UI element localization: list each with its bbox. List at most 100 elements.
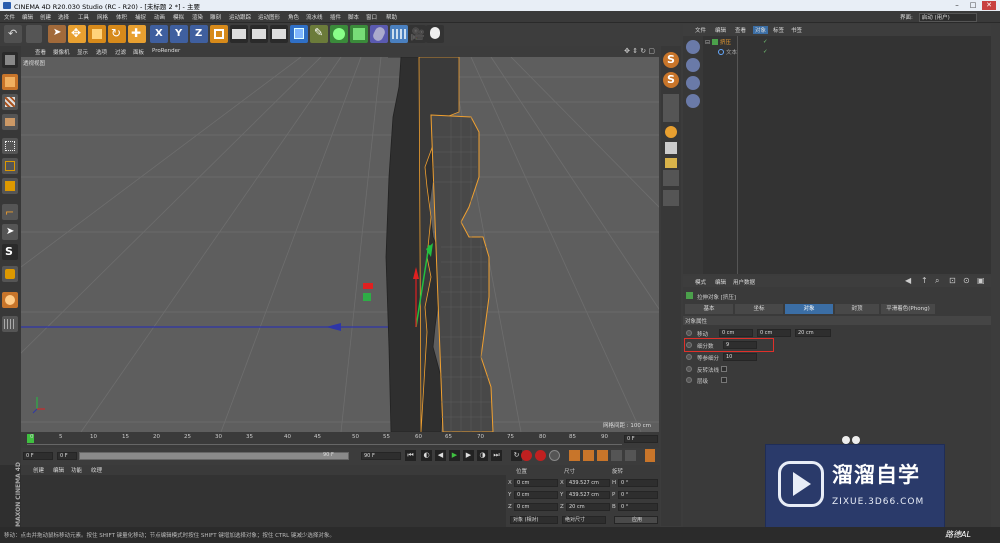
material-menu-function[interactable]: 功能 — [71, 466, 82, 474]
cone-icon[interactable] — [665, 158, 677, 168]
y-axis-button[interactable]: Y — [170, 25, 188, 43]
menu-pipeline[interactable]: 流水线 — [306, 13, 323, 21]
coord-mode-dropdown[interactable]: 对象 (相对) — [510, 516, 558, 524]
om-menu-tags[interactable]: 标签 — [773, 26, 784, 34]
rotation-b-field[interactable]: 0 ° — [618, 503, 658, 511]
minimize-icon[interactable]: – — [950, 1, 964, 10]
close-icon[interactable]: ✕ — [982, 1, 996, 10]
texture-mode-button[interactable] — [2, 94, 18, 110]
cube-button[interactable] — [290, 25, 308, 43]
menu-simulate[interactable]: 模拟 — [173, 13, 184, 21]
back-arrow-icon[interactable]: ◀ — [905, 276, 911, 285]
pin-icon[interactable]: ⊙ — [963, 276, 970, 285]
position-y-field[interactable]: 0 cm — [514, 491, 558, 499]
om-tool-icon-3[interactable] — [686, 76, 700, 90]
planar-workplane-button[interactable] — [2, 292, 18, 308]
menu-tools[interactable]: 工具 — [78, 13, 89, 21]
menu-select[interactable]: 选择 — [58, 13, 69, 21]
redo-button[interactable] — [26, 25, 42, 43]
material-menu-texture[interactable]: 纹理 — [91, 466, 102, 474]
anim-radio-reverse-normals[interactable] — [686, 366, 692, 372]
material-menu-edit[interactable]: 编辑 — [53, 466, 64, 474]
menu-character[interactable]: 角色 — [288, 13, 299, 21]
auto-key-icon[interactable] — [535, 450, 546, 461]
range-slider[interactable] — [79, 452, 349, 460]
menu-create[interactable]: 创建 — [40, 13, 51, 21]
anim-radio-movement[interactable] — [686, 330, 692, 336]
size-z-field[interactable]: 20 cm — [566, 503, 610, 511]
layout-dropdown[interactable]: 启动 (用户) — [918, 13, 977, 22]
snap-button[interactable]: S — [2, 244, 18, 260]
material-menu-create[interactable]: 创建 — [33, 466, 44, 474]
menu-plugins[interactable]: 插件 — [330, 13, 341, 21]
up-arrow-icon[interactable]: ↑ — [921, 276, 928, 285]
viewport-menu-filter[interactable]: 过滤 — [115, 48, 126, 56]
rotate-tool-button[interactable]: ↻ — [108, 25, 126, 43]
viewport-menu-camera[interactable]: 摄像机 — [53, 48, 70, 56]
snap-toggle-icon[interactable]: S — [663, 52, 679, 68]
menu-file[interactable]: 文件 — [4, 13, 15, 21]
polygons-mode-button[interactable] — [2, 178, 18, 194]
tab-basic[interactable]: 基本 — [685, 304, 733, 314]
hierarchical-checkbox[interactable] — [721, 377, 727, 383]
lock-workplane-button[interactable] — [2, 266, 18, 282]
menu-mesh[interactable]: 网格 — [97, 13, 108, 21]
enable-axis-button[interactable]: ⌐ — [2, 204, 18, 220]
scale-tool-button[interactable] — [88, 25, 106, 43]
z-axis-button[interactable]: Z — [190, 25, 208, 43]
workplane-button[interactable] — [2, 114, 18, 130]
model-mode-button[interactable] — [2, 74, 18, 90]
movement-x-field[interactable]: 0 cm — [719, 329, 753, 337]
tweak-button[interactable]: ➤ — [2, 224, 18, 240]
menu-motion-tracking[interactable]: 运动跟踪 — [229, 13, 251, 21]
expand-icon[interactable]: ⊟ — [705, 39, 710, 46]
om-menu-bookmarks[interactable]: 书签 — [791, 26, 802, 34]
recent-tool-button[interactable]: ✚ — [128, 25, 146, 43]
start-frame-field[interactable]: 0 F — [23, 452, 53, 460]
lock-attr-icon[interactable]: ⊡ — [949, 276, 956, 285]
attr-menu-edit[interactable]: 编辑 — [715, 278, 726, 286]
timeline[interactable]: 0 5 10 15 20 25 30 35 40 45 50 55 60 65 … — [21, 432, 659, 448]
material-area[interactable] — [21, 475, 506, 527]
tag-icon[interactable] — [665, 142, 677, 154]
layout-selector[interactable]: 界面: 启动 (用户) — [900, 12, 977, 22]
size-x-field[interactable]: 439.527 cm — [566, 479, 610, 487]
search-icon[interactable]: ⌕ — [935, 276, 939, 286]
render-settings-button[interactable] — [270, 25, 288, 43]
viewport-menu-options[interactable]: 选项 — [96, 48, 107, 56]
maximize-icon[interactable]: □ — [966, 1, 980, 10]
om-menu-object[interactable]: 对象 — [753, 26, 769, 34]
tab-caps[interactable]: 封顶 — [835, 304, 879, 314]
x-axis-button[interactable]: X — [150, 25, 168, 43]
position-x-field[interactable]: 0 cm — [514, 479, 558, 487]
timeline-menu-icon[interactable] — [645, 449, 655, 462]
new-panel-icon[interactable]: ▣ — [977, 276, 985, 285]
visibility-check-icon[interactable]: ✓ — [763, 39, 768, 45]
record-icon[interactable] — [521, 450, 532, 461]
om-menu-edit[interactable]: 编辑 — [715, 26, 726, 34]
menu-mograph[interactable]: 运动图形 — [258, 13, 280, 21]
coordinate-system-button[interactable] — [210, 25, 228, 43]
key-rotate-icon[interactable] — [583, 450, 594, 461]
om-menu-file[interactable]: 文件 — [695, 26, 706, 34]
grid-button[interactable] — [2, 316, 18, 332]
floor-button[interactable] — [390, 25, 408, 43]
menu-animate[interactable]: 动画 — [154, 13, 165, 21]
points-mode-button[interactable] — [2, 138, 18, 154]
subdivision-button[interactable] — [330, 25, 348, 43]
render-picture-viewer-button[interactable] — [250, 25, 268, 43]
quantize-button[interactable] — [663, 94, 679, 122]
timeline-end-field[interactable]: 0 F — [624, 435, 658, 443]
menu-render[interactable]: 渲染 — [192, 13, 203, 21]
anim-radio-isoparm[interactable] — [686, 354, 692, 360]
guide-button[interactable] — [663, 170, 679, 186]
tab-coordinates[interactable]: 坐标 — [735, 304, 783, 314]
select-tool-button[interactable]: ➤ — [48, 25, 66, 43]
menu-sculpt[interactable]: 雕刻 — [210, 13, 221, 21]
current-frame-field[interactable]: 0 F — [57, 452, 77, 460]
go-to-end-icon[interactable]: ⏭ — [491, 450, 502, 461]
move-tool-button[interactable]: ✥ — [68, 25, 86, 43]
end-frame-field[interactable]: 90 F — [361, 452, 401, 460]
tab-object[interactable]: 对象 — [785, 304, 833, 314]
key-pla-icon[interactable] — [625, 450, 636, 461]
